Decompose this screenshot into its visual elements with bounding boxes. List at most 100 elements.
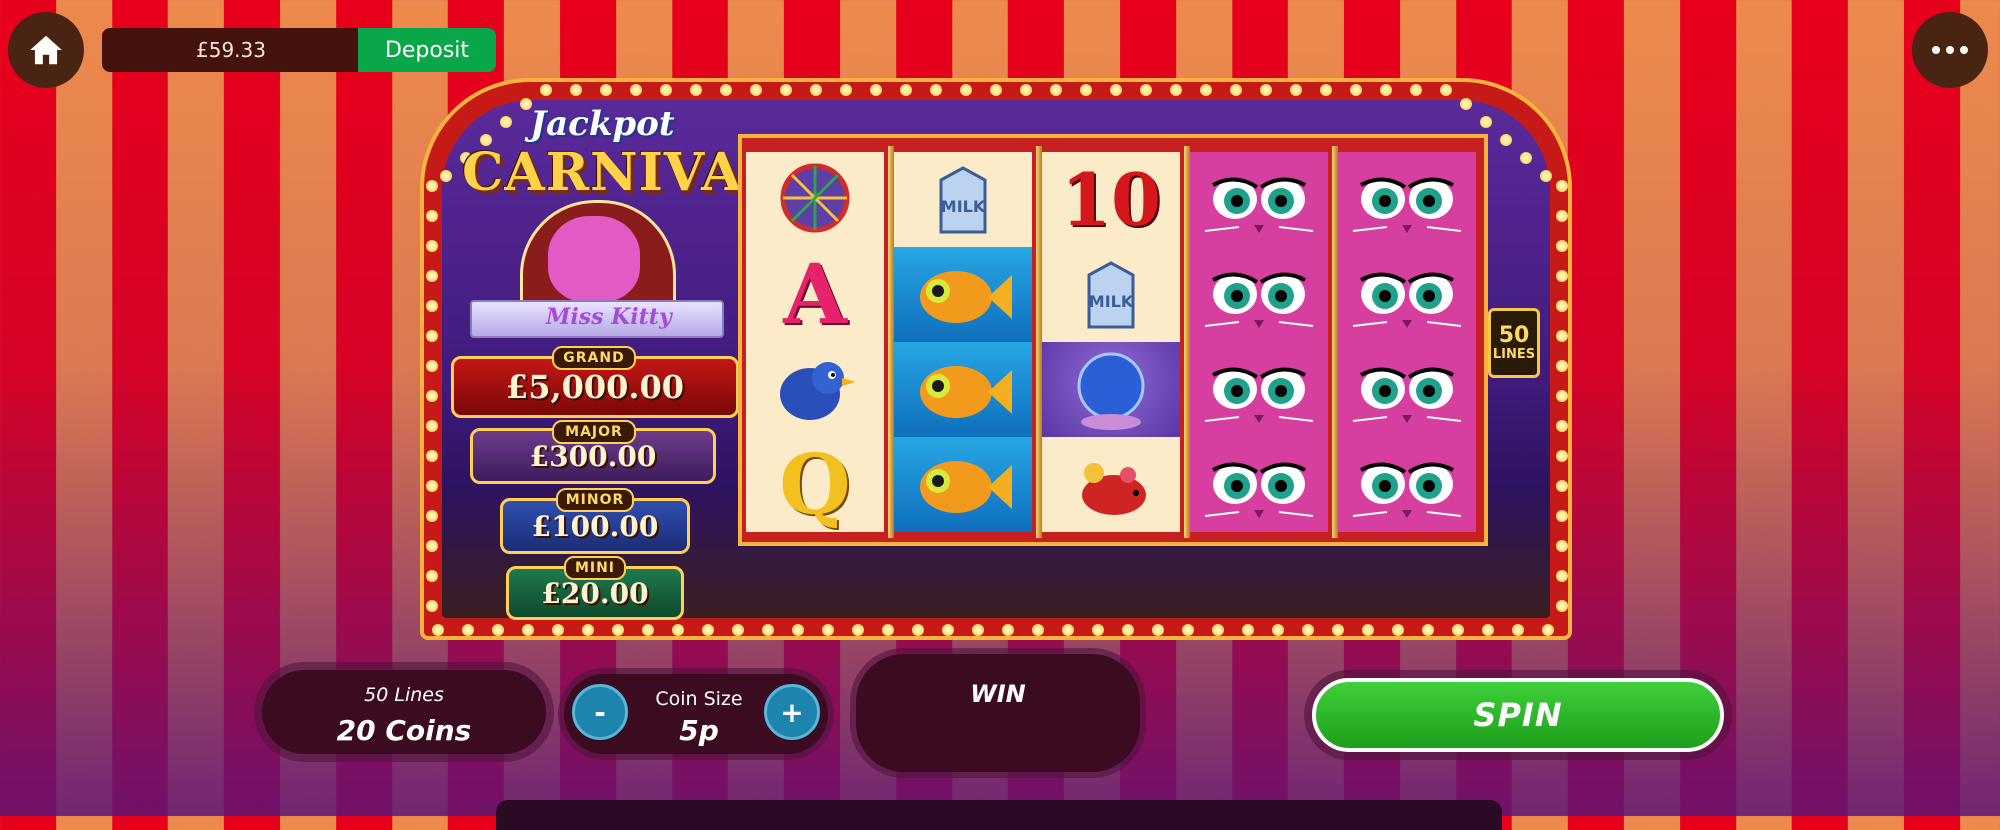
reel-symbol-milk-carton: MILK (1042, 247, 1180, 342)
reel-symbol-milk-carton: MILK (894, 152, 1032, 247)
jackpot-mini-amount: £20.00 (541, 576, 649, 610)
marquee-bulb (1122, 624, 1134, 636)
marquee-bulb (1302, 624, 1314, 636)
marquee-bulb (1520, 152, 1532, 164)
reel-2: MILK (894, 152, 1032, 532)
marquee-bulb (1556, 300, 1568, 312)
reel-symbol-miss-kitty (1190, 247, 1328, 342)
marquee-bulb (1556, 240, 1568, 252)
marquee-bulb (1110, 84, 1122, 96)
coin-size-value: 5p (679, 714, 719, 747)
logo-subtitle: Miss Kitty (546, 304, 672, 330)
reel-5 (1338, 152, 1476, 532)
marquee-bulb (1230, 84, 1242, 96)
marquee-bulb (582, 624, 594, 636)
marquee-bulb (1392, 624, 1404, 636)
marquee-bulb (1556, 390, 1568, 402)
marquee-bulb (1272, 624, 1284, 636)
bluebird-icon (780, 361, 856, 420)
marquee-bulb (1556, 210, 1568, 222)
marquee-bulb (1362, 624, 1374, 636)
marquee-bulb (522, 624, 534, 636)
miss-kitty-icon (1199, 249, 1319, 340)
reel-symbol-miss-kitty (1338, 437, 1476, 532)
marquee-bulb (882, 624, 894, 636)
marquee-bulb (426, 600, 438, 612)
reel-symbol-miss-kitty (1190, 437, 1328, 532)
marquee-bulb (1320, 84, 1332, 96)
lines-badge-number: 50 (1498, 322, 1530, 348)
menu-button[interactable] (1912, 12, 1988, 88)
marquee-bulb (426, 570, 438, 582)
marquee-bulb (1540, 170, 1552, 182)
jackpot-grand-label: GRAND (552, 346, 636, 370)
reel-symbol-miss-kitty (1338, 152, 1476, 247)
win-label: WIN (970, 680, 1026, 708)
marquee-bulb (702, 624, 714, 636)
marquee-bulb (1500, 134, 1512, 146)
coin-size-increase-button[interactable]: + (764, 684, 820, 740)
goldfish-icon (920, 460, 1012, 513)
reel-symbol-Q: Q (746, 437, 884, 532)
balance-display: £59.33 (102, 28, 360, 72)
marquee-bulb (930, 84, 942, 96)
lines-badge-label: LINES (1492, 346, 1536, 362)
marquee-bulb (1556, 450, 1568, 462)
reel-symbol-goldfish (894, 247, 1032, 342)
reel-symbol-goldfish (894, 437, 1032, 532)
win-display: WIN (856, 654, 1140, 772)
home-button[interactable] (8, 12, 84, 88)
marquee-bulb (570, 84, 582, 96)
marquee-bulb (852, 624, 864, 636)
marquee-bulb (870, 84, 882, 96)
marquee-bulb (1050, 84, 1062, 96)
spin-button[interactable]: SPIN (1312, 678, 1724, 752)
marquee-bulb (1542, 624, 1554, 636)
bottom-info-bar (496, 800, 1502, 830)
marquee-bulb (1062, 624, 1074, 636)
logo-jackpot-text: Jackpot (530, 104, 675, 144)
coins-count: 20 Coins (336, 714, 472, 747)
marquee-bulb (1422, 624, 1434, 636)
marquee-bulb (912, 624, 924, 636)
lines-badge: 50 LINES (1488, 308, 1540, 378)
milk-carton-icon: MILK (939, 165, 987, 233)
marquee-bulb (942, 624, 954, 636)
marquee-bulb (1032, 624, 1044, 636)
marquee-bulb (1480, 116, 1492, 128)
marquee-bulb (1020, 84, 1032, 96)
marquee-bulb (810, 84, 822, 96)
marquee-bulb (426, 540, 438, 552)
milk-carton-icon: MILK (1087, 260, 1135, 328)
coin-size-decrease-button[interactable]: - (572, 684, 628, 740)
marquee-bulb (1170, 84, 1182, 96)
deposit-button[interactable]: Deposit (358, 28, 496, 72)
marquee-bulb (1332, 624, 1344, 636)
marquee-bulb (426, 360, 438, 372)
marquee-bulb (1556, 570, 1568, 582)
marquee-bulb (960, 84, 972, 96)
marquee-bulb (1556, 510, 1568, 522)
bet-lines-panel[interactable]: 50 Lines 20 Coins (262, 670, 546, 754)
reel-symbol-A: A (746, 247, 884, 343)
marquee-bulb (1080, 84, 1092, 96)
marquee-bulb (426, 420, 438, 432)
marquee-bulb (762, 624, 774, 636)
marquee-bulb (1182, 624, 1194, 636)
reel-1: AQ (746, 152, 884, 532)
reel-symbol-10: 10 (1042, 152, 1180, 247)
marquee-bulb (630, 84, 642, 96)
ferris-wheel-icon (780, 163, 850, 232)
marquee-bulb (1556, 270, 1568, 282)
marquee-bulb (720, 84, 732, 96)
marquee-bulb (1002, 624, 1014, 636)
crystal-ball-icon (1077, 352, 1145, 430)
marquee-bulb (690, 84, 702, 96)
marquee-bulb (732, 624, 744, 636)
marquee-bulb (750, 84, 762, 96)
marquee-bulb (972, 624, 984, 636)
reel-4 (1190, 152, 1328, 532)
reel-symbol-goldfish (894, 342, 1032, 437)
marquee-bulb (612, 624, 624, 636)
marquee-bulb (1200, 84, 1212, 96)
